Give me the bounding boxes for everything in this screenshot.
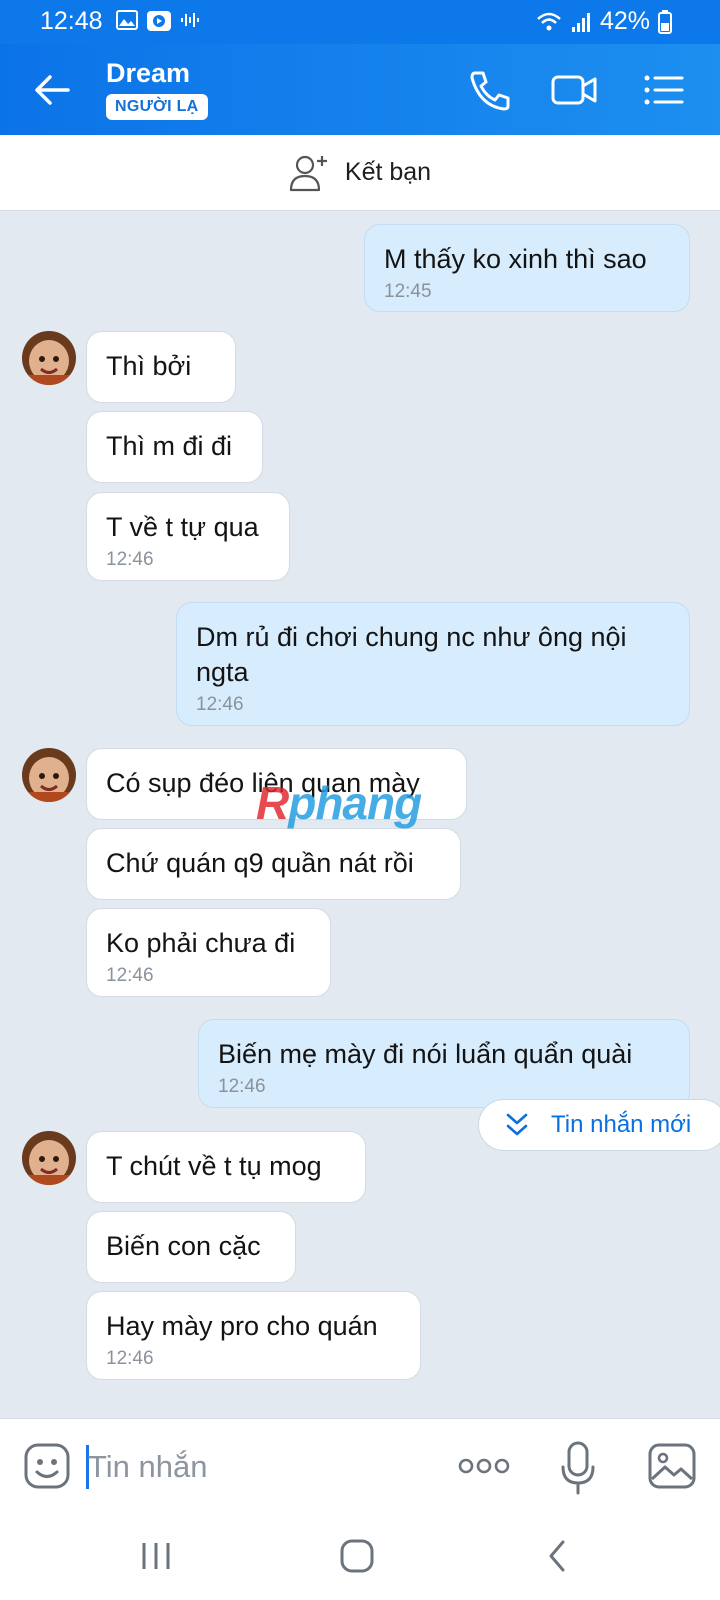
stranger-badge: NGƯỜI LẠ	[106, 94, 208, 120]
new-messages-button[interactable]: Tin nhắn mới	[478, 1099, 720, 1151]
message-text: Biến con cặc	[106, 1231, 261, 1261]
message-time: 12:46	[106, 1348, 154, 1369]
contact-avatar[interactable]	[22, 1131, 76, 1185]
phone-call-icon[interactable]	[466, 68, 514, 112]
microphone-icon[interactable]	[560, 1441, 596, 1495]
more-options-icon[interactable]	[458, 1455, 510, 1477]
back-nav-icon[interactable]	[536, 1534, 580, 1578]
gallery-notification-icon	[116, 10, 138, 30]
message-text: Thì bởi	[106, 351, 192, 381]
image-gallery-icon[interactable]	[648, 1443, 696, 1489]
video-call-icon[interactable]	[550, 68, 598, 112]
message-bubble-incoming[interactable]: Biến con cặc	[86, 1211, 296, 1283]
message-bubble-incoming[interactable]: Chứ quán q9 quần nát rồi	[86, 828, 461, 900]
message-input[interactable]	[88, 1441, 428, 1493]
watermark-logo: Rphang	[256, 777, 422, 829]
message-bubble-incoming[interactable]: Hay mày pro cho quán 12:46	[86, 1291, 421, 1380]
message-bubble-outgoing[interactable]: M thấy ko xinh thì sao 12:45	[364, 224, 690, 312]
double-chevron-down-icon	[506, 1113, 528, 1136]
wifi-icon	[537, 12, 561, 30]
message-text: M thấy ko xinh thì sao	[384, 244, 647, 274]
message-bubble-incoming[interactable]: T về t tự qua 12:46	[86, 492, 290, 581]
message-text: Hay mày pro cho quán	[106, 1311, 378, 1341]
message-bubble-incoming[interactable]: Ko phải chưa đi 12:46	[86, 908, 331, 997]
add-friend-icon	[289, 155, 327, 191]
message-text: Ko phải chưa đi	[106, 928, 296, 958]
message-time: 12:46	[218, 1076, 266, 1097]
message-text: Chứ quán q9 quần nát rồi	[106, 848, 414, 878]
message-bubble-outgoing[interactable]: Dm rủ đi chơi chung nc như ông nội ngta …	[176, 602, 690, 726]
message-time: 12:46	[106, 549, 154, 570]
message-text: T về t tự qua	[106, 512, 259, 542]
add-friend-bar[interactable]: Kết bạn	[0, 135, 720, 211]
message-text: Biến mẹ mày đi nói luẩn quẩn quài	[218, 1039, 633, 1069]
message-bubble-incoming[interactable]: Thì bởi	[86, 331, 236, 403]
message-time: 12:46	[196, 694, 244, 715]
composer-bar	[0, 1418, 720, 1514]
battery-percent: 42%	[599, 7, 650, 35]
message-bubble-incoming[interactable]: Thì m đi đi	[86, 411, 263, 483]
status-right: 42%	[536, 7, 672, 36]
message-bubble-incoming[interactable]: T chút về t tụ mog	[86, 1131, 366, 1203]
voice-notification-icon	[181, 13, 199, 27]
new-messages-label: Tin nhắn mới	[551, 1111, 692, 1138]
message-text: Thì m đi đi	[106, 431, 233, 461]
recent-apps-icon[interactable]	[134, 1534, 178, 1578]
notification-icons	[116, 10, 200, 32]
system-nav-bar	[0, 1514, 720, 1600]
chat-header: Dream NGƯỜI LẠ	[0, 44, 720, 135]
status-bar: 12:48 42%	[0, 0, 720, 44]
message-text: Dm rủ đi chơi chung nc như ông nội ngta	[196, 622, 627, 687]
add-friend-label: Kết bạn	[344, 158, 432, 186]
home-button-icon[interactable]	[335, 1534, 379, 1578]
contact-avatar[interactable]	[22, 331, 76, 385]
message-bubble-outgoing[interactable]: Biến mẹ mày đi nói luẩn quẩn quài 12:46	[198, 1019, 690, 1108]
menu-list-icon[interactable]	[640, 68, 688, 112]
contact-avatar[interactable]	[22, 748, 76, 802]
message-time: 12:45	[384, 281, 432, 302]
contact-name[interactable]: Dream	[106, 58, 190, 89]
video-notification-icon	[147, 11, 171, 31]
status-time: 12:48	[40, 7, 103, 35]
signal-icon	[571, 12, 590, 32]
sticker-emoji-icon[interactable]	[24, 1443, 70, 1489]
message-text: T chút về t tụ mog	[106, 1151, 322, 1181]
battery-icon	[658, 9, 672, 34]
message-time: 12:46	[106, 965, 154, 986]
back-arrow-icon[interactable]	[30, 68, 74, 112]
